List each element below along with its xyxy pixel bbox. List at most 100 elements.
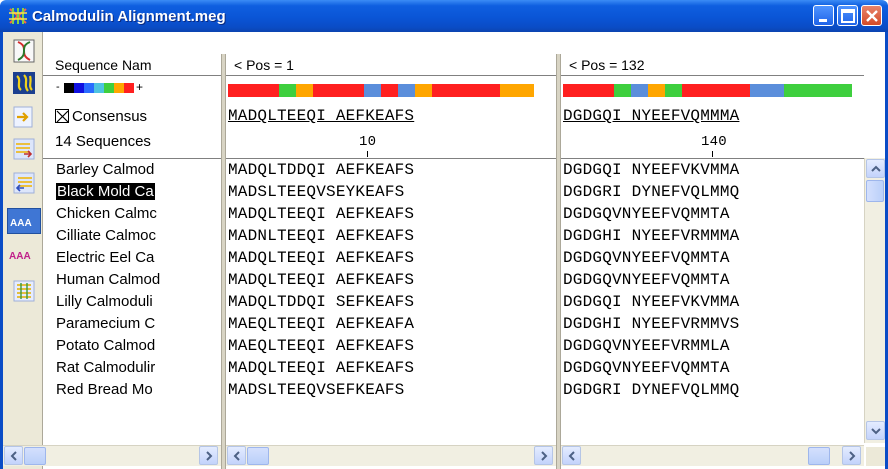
- consensus-toggle[interactable]: Consensus: [55, 108, 147, 125]
- sequence-row[interactable]: MADQLTEEQI AEFKEAFS: [226, 269, 556, 291]
- scroll-left-button[interactable]: [4, 446, 23, 465]
- palette-swatch[interactable]: [94, 83, 104, 93]
- palette-swatch[interactable]: [114, 83, 124, 93]
- scroll-right-button[interactable]: [199, 446, 218, 465]
- color-bar-segment: [466, 84, 483, 97]
- scroll-left-button[interactable]: [227, 446, 246, 465]
- color-bar-segment: [483, 84, 500, 97]
- sequence-row[interactable]: MADQLTDDQI AEFKEAFS: [226, 159, 556, 181]
- aaa-color-label: AAA: [9, 251, 31, 262]
- sequence-names-pane: Sequence Nam - + Consensus 14 Sequences B…: [43, 54, 221, 443]
- sequence-rows-right: DGDGQI NYEEFVKVMMA DGDGRI DYNEFVQLMMQ DGDG…: [561, 158, 864, 401]
- horizontal-scrollbar-names[interactable]: [3, 445, 221, 466]
- alignment-pane-right: < Pos = 132 DGDGQI NYEEFVQMMMA 140 DGDGQ…: [561, 54, 864, 443]
- sequence-row[interactable]: DGDGHI NYEEFVRMMMA: [561, 225, 864, 247]
- color-bar-segment: [784, 84, 801, 97]
- close-button[interactable]: [861, 5, 882, 26]
- horizontal-scroll-thumb[interactable]: [247, 447, 269, 465]
- move-right-button[interactable]: [12, 104, 36, 130]
- sequence-name-row[interactable]: Rat Calmodulir: [43, 357, 221, 379]
- sequence-row[interactable]: DGDGQVNYEEFVQMMTA: [561, 357, 864, 379]
- sequence-row[interactable]: DGDGQVNYEEFVQMMTA: [561, 247, 864, 269]
- scroll-down-button[interactable]: [866, 421, 885, 440]
- consensus-sequence: DGDGQI NYEEFVQMMMA: [563, 107, 740, 125]
- palette-swatch[interactable]: [104, 83, 114, 93]
- maximize-button[interactable]: [837, 5, 858, 26]
- sequence-row[interactable]: MADSLTEEQVSEYKEAFS: [226, 181, 556, 203]
- vertical-scrollbar[interactable]: [864, 158, 885, 443]
- dna-helix-button[interactable]: [12, 38, 36, 64]
- consensus-checkbox[interactable]: [55, 109, 69, 123]
- sequence-row[interactable]: MAEQLTEEQI AEFKEAFA: [226, 313, 556, 335]
- sequence-name-row[interactable]: Black Mold Ca: [43, 181, 221, 203]
- consensus-color-bar: [563, 84, 852, 97]
- window-title: Calmodulin Alignment.meg: [32, 8, 226, 25]
- sequence-row[interactable]: DGDGRI DYNEFVQLMMQ: [561, 181, 864, 203]
- scroll-up-button[interactable]: [866, 159, 885, 178]
- sequence-row[interactable]: MADQLTDDQI SEFKEAFS: [226, 291, 556, 313]
- sequence-row[interactable]: DGDGQVNYEEFVQMMTA: [561, 269, 864, 291]
- sequence-name-row[interactable]: Cilliate Calmoc: [43, 225, 221, 247]
- sequence-row[interactable]: MADSLTEEQVSEFKEAFS: [226, 379, 556, 401]
- color-bar-segment: [597, 84, 614, 97]
- horizontal-scroll-thumb[interactable]: [808, 447, 830, 465]
- sequence-name-text: Paramecium C: [56, 315, 156, 332]
- color-bar-segment: [296, 84, 313, 97]
- color-bar-segment: [835, 84, 852, 97]
- sequence-name-row[interactable]: Chicken Calmc: [43, 203, 221, 225]
- color-bar-segment: [818, 84, 835, 97]
- amino-acid-color-button[interactable]: AAA: [7, 242, 41, 268]
- sequence-row[interactable]: MAEQLTEEQI AEFKEAFS: [226, 335, 556, 357]
- scroll-left-button[interactable]: [562, 446, 581, 465]
- sequence-row[interactable]: DGDGRI DYNEFVQLMMQ: [561, 379, 864, 401]
- amino-acid-view-button[interactable]: AAA: [7, 208, 41, 234]
- sequence-row[interactable]: MADNLTEEQI AEFKEAFS: [226, 225, 556, 247]
- move-block-left-icon: [13, 172, 35, 194]
- vertical-scroll-thumb[interactable]: [866, 180, 884, 202]
- chevron-right-icon: [206, 451, 213, 461]
- move-block-left-button[interactable]: [12, 170, 36, 196]
- sequence-row[interactable]: MADQLTEEQI AEFKEAFS: [226, 357, 556, 379]
- horizontal-scrollbar-left-alignment[interactable]: [226, 445, 556, 466]
- sequence-name-text: Electric Eel Ca: [56, 249, 155, 266]
- checkbox-x-icon: [56, 110, 69, 123]
- resize-grip[interactable]: [866, 447, 885, 466]
- sequence-row[interactable]: DGDGQVNYEEFVRMMLA: [561, 335, 864, 357]
- sequence-name-text: Human Calmod: [56, 271, 161, 288]
- color-palette[interactable]: - +: [56, 81, 146, 93]
- sequence-name-row[interactable]: Potato Calmod: [43, 335, 221, 357]
- protein-sequence-button[interactable]: [12, 70, 36, 96]
- sequence-name-column-header[interactable]: Sequence Nam: [43, 54, 221, 76]
- palette-swatch[interactable]: [64, 83, 74, 93]
- sequence-name-row[interactable]: Electric Eel Ca: [43, 247, 221, 269]
- sequence-row[interactable]: MADQLTEEQI AEFKEAFS: [226, 203, 556, 225]
- color-bar-segment: [398, 84, 415, 97]
- color-bar-segment: [801, 84, 818, 97]
- scroll-right-button[interactable]: [842, 446, 861, 465]
- app-icon: [9, 8, 27, 24]
- minimize-button[interactable]: [813, 5, 834, 26]
- sequence-name-text: Lilly Calmoduli: [56, 293, 153, 310]
- scroll-right-button[interactable]: [534, 446, 553, 465]
- color-bar-segment: [750, 84, 767, 97]
- horizontal-scroll-thumb[interactable]: [24, 447, 46, 465]
- sequence-row[interactable]: DGDGQI NYEEFVKVMMA: [561, 291, 864, 313]
- sequence-name-row[interactable]: Red Bread Mo: [43, 379, 221, 401]
- palette-swatch[interactable]: [84, 83, 94, 93]
- color-bar-segment: [381, 84, 398, 97]
- sequence-name-row[interactable]: Human Calmod: [43, 269, 221, 291]
- title-bar[interactable]: Calmodulin Alignment.meg: [0, 0, 888, 32]
- grid-view-button[interactable]: [12, 278, 36, 304]
- sequence-row[interactable]: DGDGHI NYEEFVRMMVS: [561, 313, 864, 335]
- sequence-row[interactable]: DGDGQVNYEEFVQMMTA: [561, 203, 864, 225]
- sequence-name-row[interactable]: Lilly Calmoduli: [43, 291, 221, 313]
- move-block-right-button[interactable]: [12, 136, 36, 162]
- color-bar-segment: [364, 84, 381, 97]
- palette-swatch[interactable]: [74, 83, 84, 93]
- sequence-row[interactable]: DGDGQI NYEEFVKVMMA: [561, 159, 864, 181]
- sequence-name-row[interactable]: Paramecium C: [43, 313, 221, 335]
- sequence-row[interactable]: MADQLTEEQI AEFKEAFS: [226, 247, 556, 269]
- sequence-name-row[interactable]: Barley Calmod: [43, 159, 221, 181]
- horizontal-scrollbar-right-alignment[interactable]: [561, 445, 864, 466]
- palette-swatch[interactable]: [124, 83, 134, 93]
